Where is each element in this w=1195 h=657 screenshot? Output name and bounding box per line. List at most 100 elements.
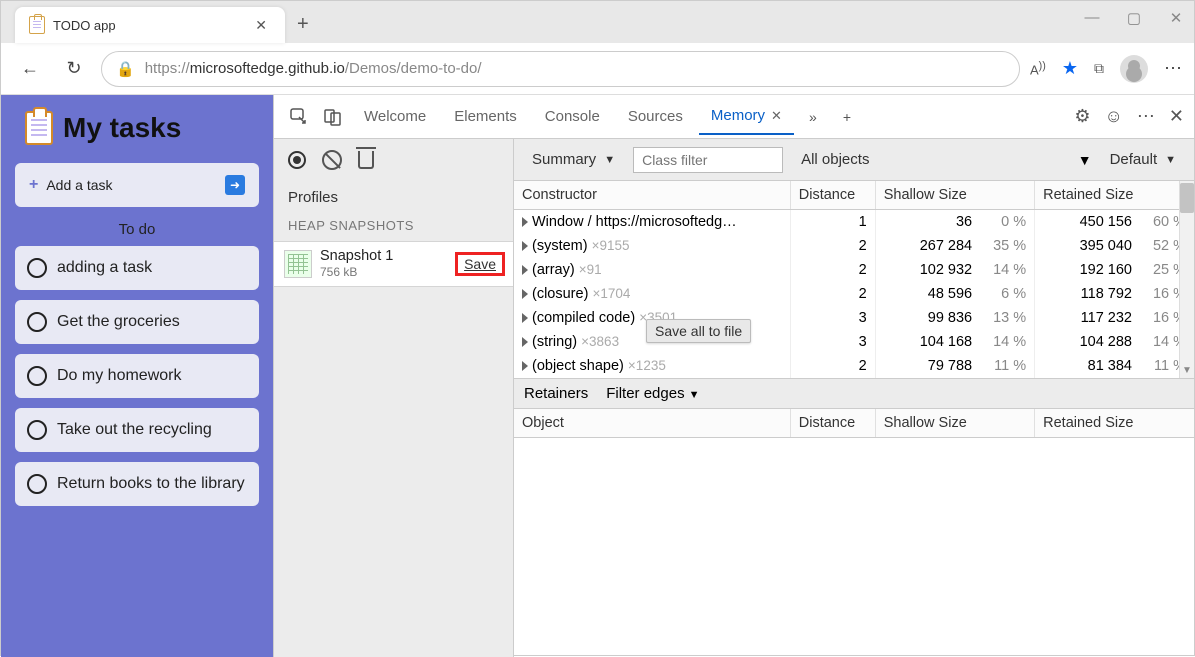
view-dropdown[interactable]: Summary▼ bbox=[524, 147, 623, 172]
retained-size: 104 288 bbox=[1080, 334, 1132, 350]
table-row[interactable]: (array) ×912102 93214 %192 16025 % bbox=[514, 258, 1194, 282]
delete-icon[interactable] bbox=[358, 151, 374, 169]
objects-filter-dropdown[interactable]: All objects bbox=[793, 147, 877, 172]
read-aloud-icon[interactable]: A)) bbox=[1030, 60, 1046, 77]
shallow-size: 99 836 bbox=[928, 310, 972, 326]
checkbox-icon[interactable] bbox=[27, 420, 47, 440]
expand-icon[interactable] bbox=[522, 313, 528, 323]
tab-sources[interactable]: Sources bbox=[616, 100, 695, 133]
constructor-name: (string) bbox=[532, 334, 577, 350]
submit-arrow-icon[interactable]: ➜ bbox=[225, 175, 245, 195]
task-item[interactable]: Take out the recycling bbox=[15, 408, 259, 452]
close-icon[interactable]: ✕ bbox=[771, 108, 782, 123]
task-label: Return books to the library bbox=[57, 475, 245, 493]
maximize-icon[interactable]: ▢ bbox=[1126, 9, 1142, 27]
expand-icon[interactable] bbox=[522, 241, 528, 251]
close-tab-icon[interactable]: ✕ bbox=[251, 17, 271, 34]
class-filter-input[interactable] bbox=[633, 147, 783, 173]
section-title: To do bbox=[15, 221, 259, 238]
shallow-size: 267 284 bbox=[920, 238, 972, 254]
table-row[interactable]: (string) ×38633104 16814 %104 28814 % bbox=[514, 330, 1194, 354]
refresh-button[interactable]: ↻ bbox=[57, 52, 91, 86]
tab-elements[interactable]: Elements bbox=[442, 100, 529, 133]
save-button[interactable]: Save bbox=[455, 252, 505, 276]
new-tab-button[interactable]: + bbox=[297, 13, 309, 36]
snapshot-item[interactable]: Snapshot 1 756 kB Save bbox=[274, 241, 513, 287]
instance-count: ×9155 bbox=[592, 238, 630, 253]
table-row[interactable]: (compiled code) ×3501399 83613 %117 2321… bbox=[514, 306, 1194, 330]
tab-memory[interactable]: Memory✕ bbox=[699, 99, 794, 135]
url-text: https://microsoftedge.github.io/Demos/de… bbox=[145, 60, 482, 77]
record-icon[interactable] bbox=[288, 151, 306, 169]
back-button[interactable]: ← bbox=[13, 52, 47, 86]
retainers-empty bbox=[514, 438, 1194, 598]
retained-size: 450 156 bbox=[1080, 214, 1132, 230]
task-item[interactable]: Do my homework bbox=[15, 354, 259, 398]
collections-icon[interactable]: ⧉ bbox=[1094, 60, 1104, 77]
checkbox-icon[interactable] bbox=[27, 312, 47, 332]
table-row[interactable]: (object shape) ×1235279 78811 %81 38411 … bbox=[514, 354, 1194, 378]
expand-icon[interactable] bbox=[522, 361, 528, 371]
chevron-down-icon[interactable]: ▼ bbox=[1078, 152, 1092, 168]
menu-icon[interactable]: ⋯ bbox=[1164, 58, 1182, 79]
perspective-dropdown[interactable]: Default▼ bbox=[1102, 147, 1184, 172]
close-window-icon[interactable]: ✕ bbox=[1168, 9, 1184, 27]
col-shallow[interactable]: Shallow Size bbox=[875, 181, 1034, 210]
scrollbar[interactable]: ▼ bbox=[1179, 181, 1194, 378]
browser-tab[interactable]: TODO app ✕ bbox=[15, 7, 285, 43]
profile-avatar[interactable] bbox=[1120, 55, 1148, 83]
task-item[interactable]: adding a task bbox=[15, 246, 259, 290]
checkbox-icon[interactable] bbox=[27, 258, 47, 278]
tab-console[interactable]: Console bbox=[533, 100, 612, 133]
checkbox-icon[interactable] bbox=[27, 366, 47, 386]
expand-icon[interactable] bbox=[522, 337, 528, 347]
col-retained[interactable]: Retained Size bbox=[1035, 181, 1194, 210]
shallow-pct: 14 % bbox=[980, 334, 1026, 350]
clear-icon[interactable] bbox=[322, 150, 342, 170]
feedback-icon[interactable]: ☺ bbox=[1105, 106, 1123, 127]
task-label: adding a task bbox=[57, 259, 152, 277]
expand-icon[interactable] bbox=[522, 289, 528, 299]
col-constructor[interactable]: Constructor bbox=[514, 181, 790, 210]
retained-size: 395 040 bbox=[1080, 238, 1132, 254]
task-item[interactable]: Get the groceries bbox=[15, 300, 259, 344]
task-item[interactable]: Return books to the library bbox=[15, 462, 259, 506]
distance: 1 bbox=[790, 210, 875, 235]
ret-col-retained[interactable]: Retained Size bbox=[1035, 409, 1194, 438]
ret-col-shallow[interactable]: Shallow Size bbox=[875, 409, 1034, 438]
minimize-icon[interactable]: — bbox=[1084, 9, 1100, 27]
shallow-pct: 0 % bbox=[980, 214, 1026, 230]
ret-col-distance[interactable]: Distance bbox=[790, 409, 875, 438]
tab-favicon bbox=[29, 16, 45, 34]
shallow-pct: 14 % bbox=[980, 262, 1026, 278]
retained-size: 192 160 bbox=[1080, 262, 1132, 278]
table-row[interactable]: Window / https://microsoftedg… 1360 %450… bbox=[514, 210, 1194, 235]
filter-edges-dropdown[interactable]: Filter edges▼ bbox=[606, 385, 699, 402]
more-icon[interactable]: ⋯ bbox=[1137, 106, 1155, 127]
inspect-icon[interactable] bbox=[284, 102, 314, 132]
close-devtools-icon[interactable]: ✕ bbox=[1169, 106, 1184, 127]
window-controls: — ▢ ✕ bbox=[1084, 9, 1184, 27]
task-label: Do my homework bbox=[57, 367, 181, 385]
ret-col-object[interactable]: Object bbox=[514, 409, 790, 438]
retainers-tab[interactable]: Retainers bbox=[524, 385, 588, 402]
more-tabs-icon[interactable]: » bbox=[798, 102, 828, 132]
col-distance[interactable]: Distance bbox=[790, 181, 875, 210]
table-row[interactable]: (system) ×91552267 28435 %395 04052 % bbox=[514, 234, 1194, 258]
device-icon[interactable] bbox=[318, 102, 348, 132]
checkbox-icon[interactable] bbox=[27, 474, 47, 494]
profiles-label: Profiles bbox=[274, 181, 513, 214]
heap-table[interactable]: Constructor Distance Shallow Size Retain… bbox=[514, 181, 1194, 378]
expand-icon[interactable] bbox=[522, 265, 528, 275]
clipboard-icon bbox=[25, 111, 53, 145]
expand-icon[interactable] bbox=[522, 217, 528, 227]
table-row[interactable]: (closure) ×1704248 5966 %118 79216 % bbox=[514, 282, 1194, 306]
settings-icon[interactable]: ⚙ bbox=[1074, 106, 1090, 127]
favorite-icon[interactable]: ★ bbox=[1062, 58, 1078, 79]
address-bar[interactable]: 🔒 https://microsoftedge.github.io/Demos/… bbox=[101, 51, 1020, 87]
tab-welcome[interactable]: Welcome bbox=[352, 100, 438, 133]
retained-size: 117 232 bbox=[1081, 310, 1132, 326]
shallow-size: 104 168 bbox=[920, 334, 972, 350]
add-task-button[interactable]: + Add a task ➜ bbox=[15, 163, 259, 207]
add-tab-icon[interactable]: + bbox=[832, 102, 862, 132]
